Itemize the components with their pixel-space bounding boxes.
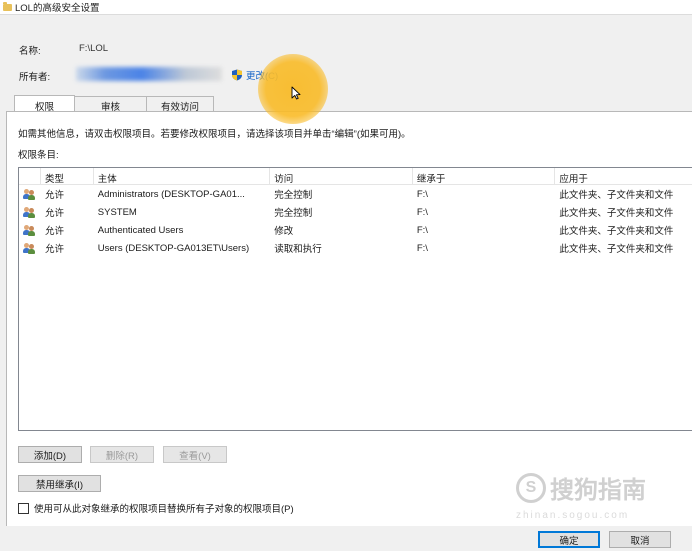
name-label: 名称: (19, 46, 41, 57)
table-row[interactable]: 允许 Administrators (DESKTOP-GA01... 完全控制 … (19, 185, 692, 203)
folder-icon (3, 1, 12, 11)
remove-button[interactable]: 删除(R) (90, 446, 154, 463)
col-principal[interactable]: 主体 (94, 168, 271, 185)
cell-type: 允许 (44, 244, 64, 255)
owner-label: 所有者: (19, 72, 51, 83)
users-icon (23, 242, 36, 254)
table-row[interactable]: 允许 Authenticated Users 修改 F:\ 此文件夹、子文件夹和… (19, 221, 692, 239)
col-type[interactable]: 类型 (41, 168, 94, 185)
replace-child-permissions-row[interactable]: 使用可从此对象继承的权限项目替换所有子对象的权限项目(P) (18, 501, 294, 515)
cell-applies: 此文件夹、子文件夹和文件 (559, 208, 674, 219)
cell-applies: 此文件夹、子文件夹和文件 (559, 226, 674, 237)
replace-child-permissions-checkbox[interactable] (18, 502, 29, 514)
users-icon (23, 224, 36, 236)
disable-inheritance-button[interactable]: 禁用继承(I) (18, 475, 101, 492)
title-bar: LOL的高级安全设置 (0, 0, 692, 14)
entries-label: 权限条目: (18, 150, 59, 161)
security-dialog: 名称: F:\LOL 所有者: 更改(C) 权限 审核 有效访问 如需其他信息，… (0, 14, 692, 551)
cell-applies: 此文件夹、子文件夹和文件 (559, 244, 674, 255)
cell-access: 完全控制 (274, 208, 313, 219)
cell-access: 修改 (274, 226, 294, 237)
tab-auditing[interactable]: 审核 (74, 96, 148, 113)
name-value: F:\LOL (79, 43, 109, 54)
tab-strip: 权限 审核 有效访问 (14, 95, 215, 113)
cell-applies: 此文件夹、子文件夹和文件 (559, 190, 674, 201)
view-button[interactable]: 查看(V) (163, 446, 227, 463)
list-header: 类型 主体 访问 继承于 应用于 (19, 168, 692, 185)
owner-value-redacted (76, 67, 222, 81)
replace-child-permissions-label: 使用可从此对象继承的权限项目替换所有子对象的权限项目(P) (34, 504, 294, 515)
dialog-footer: 确定 取消 (0, 526, 692, 551)
cell-principal: Authenticated Users (97, 224, 184, 236)
header-icon-col (19, 168, 41, 185)
tab-effective-access[interactable]: 有效访问 (146, 96, 215, 113)
users-icon (23, 206, 36, 218)
users-icon (23, 188, 36, 200)
cell-access: 读取和执行 (274, 244, 322, 255)
change-link-label: 更改(C) (246, 71, 279, 82)
col-access[interactable]: 访问 (270, 168, 413, 185)
window-title: LOL的高级安全设置 (15, 3, 100, 14)
add-button[interactable]: 添加(D) (18, 446, 82, 463)
cell-inherited: F:\ (416, 188, 428, 200)
cell-inherited: F:\ (416, 224, 428, 236)
table-row[interactable]: 允许 Users (DESKTOP-GA013ET\Users) 读取和执行 F… (19, 239, 692, 257)
col-inherited-from[interactable]: 继承于 (413, 168, 556, 185)
permissions-panel: 如需其他信息，请双击权限项目。若要修改权限项目，请选择该项目并单击“编辑”(如果… (6, 111, 692, 538)
cell-principal: Administrators (DESKTOP-GA01... (97, 188, 245, 200)
cell-access: 完全控制 (274, 190, 313, 201)
ok-button[interactable]: 确定 (538, 531, 600, 548)
cell-type: 允许 (44, 190, 64, 201)
tab-permissions[interactable]: 权限 (14, 95, 76, 113)
cancel-button[interactable]: 取消 (609, 531, 671, 548)
uac-shield-icon (232, 69, 242, 81)
cell-principal: Users (DESKTOP-GA013ET\Users) (97, 242, 250, 254)
table-row[interactable]: 允许 SYSTEM 完全控制 F:\ 此文件夹、子文件夹和文件 (19, 203, 692, 221)
cell-principal: SYSTEM (97, 206, 137, 218)
info-text: 如需其他信息，请双击权限项目。若要修改权限项目，请选择该项目并单击“编辑”(如果… (18, 129, 411, 140)
permission-entries-list[interactable]: 类型 主体 访问 继承于 应用于 允许 Administrators (DESK… (18, 167, 692, 431)
change-owner-link[interactable]: 更改(C) (231, 68, 278, 82)
cell-inherited: F:\ (416, 206, 428, 218)
cell-inherited: F:\ (416, 242, 428, 254)
col-applies-to[interactable]: 应用于 (555, 168, 692, 185)
cell-type: 允许 (44, 208, 64, 219)
cell-type: 允许 (44, 226, 64, 237)
